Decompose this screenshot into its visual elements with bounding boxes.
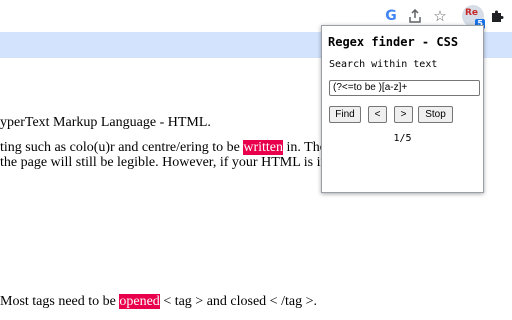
regex-match-highlight: opened	[119, 294, 160, 309]
page-text-line-4: Most tags need to be opened < tag > and …	[0, 294, 317, 310]
star-icon[interactable]: ☆	[430, 6, 450, 26]
find-button[interactable]: Find	[329, 106, 361, 123]
regex-finder-extension-icon[interactable]: Re 5	[462, 5, 485, 29]
match-counter: 1/5	[393, 133, 412, 144]
stop-button[interactable]: Stop	[418, 106, 453, 123]
text-before-match-1: ting such as colo(u)r and centre/ering t…	[0, 140, 244, 155]
extension-label: Re	[465, 8, 479, 18]
previous-match-button[interactable]: <	[368, 106, 387, 123]
text-after-match-2: < tag > and closed < /tag >.	[159, 294, 317, 309]
google-lens-icon[interactable]: G	[381, 6, 401, 26]
share-glyph	[409, 9, 421, 23]
popup-title: Regex finder - CSS	[328, 35, 459, 49]
share-icon[interactable]	[405, 6, 425, 26]
text-before-match-2: Most tags need to be	[0, 294, 120, 309]
extensions-puzzle-icon[interactable]	[487, 6, 507, 26]
regex-match-highlight: written	[243, 140, 284, 155]
regex-finder-popup: Regex finder - CSS Search within text (?…	[321, 25, 484, 193]
page-text-line-3: the page will still be legible. However,…	[0, 155, 354, 170]
page-text-line-2: ting such as colo(u)r and centre/ering t…	[0, 140, 348, 156]
page-text-line-1: yperText Markup Language - HTML.	[0, 115, 211, 130]
popup-subtitle: Search within text	[329, 59, 438, 70]
regex-input[interactable]: (?<=to be )[a-z]+	[329, 80, 480, 96]
next-match-button[interactable]: >	[394, 106, 413, 123]
puzzle-glyph	[492, 10, 504, 22]
